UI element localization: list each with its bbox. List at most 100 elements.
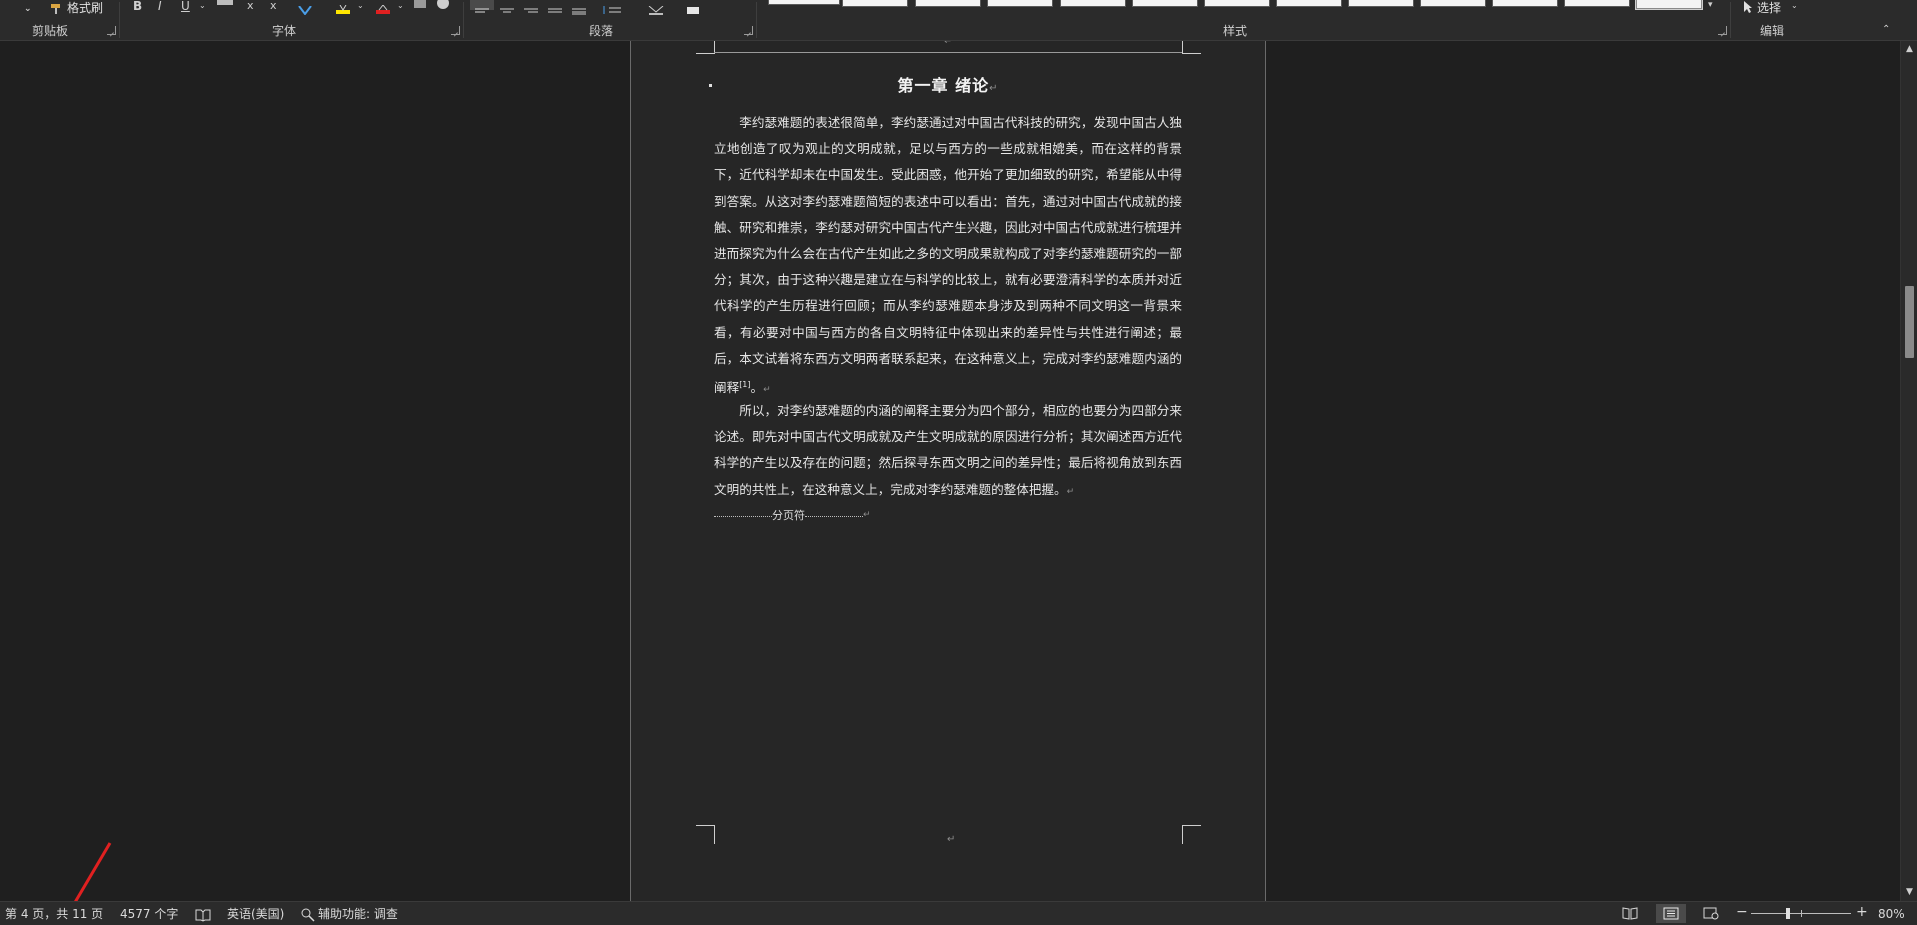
- format-painter-icon: [50, 0, 64, 19]
- style-tile-selected[interactable]: [1635, 0, 1703, 10]
- word-window: ⌄ 格式刷 剪贴板 B I U ⌄ x x ⌄ ⌄ 字体 段落 ▾ 样式 选择 …: [0, 0, 1917, 925]
- style-tile[interactable]: [1204, 0, 1270, 7]
- underline-dropdown-icon[interactable]: ⌄: [199, 0, 206, 12]
- style-tile[interactable]: [1060, 0, 1126, 7]
- font-launcher-icon[interactable]: [451, 26, 460, 35]
- language-indicator[interactable]: 英语(美国): [227, 906, 284, 922]
- style-tile[interactable]: [1492, 0, 1558, 7]
- zoom-slider-thumb[interactable]: [1786, 908, 1790, 919]
- select-dropdown-icon[interactable]: ⌄: [1791, 1, 1798, 10]
- style-tile[interactable]: [1348, 0, 1414, 7]
- format-painter-button[interactable]: 格式刷: [67, 0, 103, 16]
- style-tile[interactable]: [987, 0, 1053, 7]
- align-left-icon: [475, 8, 489, 13]
- read-mode-button[interactable]: [1615, 904, 1645, 923]
- italic-icon[interactable]: I: [158, 0, 162, 12]
- zoom-in-button[interactable]: +: [1856, 904, 1868, 920]
- group-separator: [119, 2, 120, 38]
- align-center-icon[interactable]: [498, 0, 516, 19]
- paragraph-group-label: 段落: [588, 24, 614, 38]
- page-break[interactable]: 分页符 ↵: [714, 507, 871, 523]
- superscript-icon[interactable]: x: [270, 0, 277, 12]
- crop-mark-bottom-left: [696, 825, 715, 844]
- web-layout-button[interactable]: [1696, 904, 1726, 923]
- bold-icon[interactable]: B: [133, 0, 142, 12]
- styles-more-icon[interactable]: ▾: [1708, 0, 1713, 11]
- line-spacing-icon[interactable]: [601, 0, 623, 19]
- highlight-dropdown-icon[interactable]: ⌄: [357, 0, 364, 12]
- collapse-ribbon-icon[interactable]: ⌃: [1882, 24, 1890, 35]
- highlight-color-icon[interactable]: [334, 0, 352, 19]
- page-break-label: 分页符: [772, 509, 805, 522]
- style-tile[interactable]: [842, 0, 908, 7]
- citation-reference[interactable]: [1]: [739, 380, 750, 389]
- style-tile[interactable]: [1420, 0, 1486, 7]
- paragraph-mark: ↵: [763, 385, 771, 396]
- styles-launcher-icon[interactable]: [1718, 26, 1727, 35]
- text-effects-icon[interactable]: [297, 0, 313, 19]
- underline-icon[interactable]: U: [181, 0, 190, 12]
- word-count[interactable]: 4577 个字: [120, 906, 178, 922]
- style-tile[interactable]: [1132, 0, 1198, 7]
- shading-icon[interactable]: [647, 0, 665, 19]
- header-line: [714, 52, 1182, 53]
- borders-icon[interactable]: [686, 0, 700, 19]
- scroll-up-icon[interactable]: ▲: [1901, 41, 1917, 57]
- proofing-icon[interactable]: [195, 906, 211, 922]
- style-tile[interactable]: [768, 0, 840, 5]
- scroll-down-icon[interactable]: ▼: [1901, 884, 1917, 900]
- footer-paragraph-mark: ↵: [947, 834, 956, 845]
- styles-group-label: 样式: [1222, 24, 1248, 38]
- web-layout-icon: [1703, 907, 1719, 920]
- paragraph-text: 李约瑟难题的表述很简单，李约瑟通过对中国古代科技的研究，发现中国古人独立地创造了…: [714, 115, 1182, 396]
- align-left-button[interactable]: [470, 0, 494, 13]
- body-paragraph-2[interactable]: 所以，对李约瑟难题的内涵的阐释主要分为四个部分，相应的也要分为四部分来论述。即先…: [714, 398, 1182, 505]
- paragraph-end-punct: 。: [750, 380, 764, 396]
- subscript-icon[interactable]: x: [247, 0, 254, 12]
- page-break-dotted-line: [805, 515, 863, 517]
- style-tile[interactable]: [1564, 0, 1630, 7]
- document-canvas[interactable]: ↵ 第一章 绪论↵ 李约瑟难题的表述很简单，李约瑟通过对中国古代科技的研究，发现…: [0, 41, 1900, 901]
- character-shading-icon[interactable]: [414, 0, 426, 8]
- print-layout-button[interactable]: [1656, 904, 1686, 923]
- chapter-title-text: 第一章 绪论: [897, 76, 990, 95]
- status-bar: 第 4 页，共 11 页 4577 个字 英语(美国) 辅助功能: 调查 − +…: [0, 901, 1917, 925]
- enclose-characters-icon[interactable]: [437, 0, 449, 9]
- chapter-title: 第一章 绪论↵: [714, 72, 1182, 96]
- heading-bullet: [709, 84, 712, 87]
- document-page[interactable]: ↵ 第一章 绪论↵ 李约瑟难题的表述很简单，李约瑟通过对中国古代科技的研究，发现…: [630, 41, 1266, 901]
- scrollbar-thumb[interactable]: [1905, 286, 1914, 358]
- paste-dropdown-icon[interactable]: ⌄: [24, 3, 32, 15]
- group-separator: [1730, 2, 1731, 38]
- accessibility-status[interactable]: 辅助功能: 调查: [318, 906, 398, 922]
- font-color-icon[interactable]: [374, 0, 392, 19]
- font-color-dropdown-icon[interactable]: ⌄: [397, 0, 404, 12]
- clipboard-launcher-icon[interactable]: [107, 26, 116, 35]
- paragraph-launcher-icon[interactable]: [744, 26, 753, 35]
- align-right-icon[interactable]: [522, 0, 540, 19]
- zoom-out-button[interactable]: −: [1736, 904, 1748, 920]
- zoom-level[interactable]: 80%: [1878, 906, 1905, 922]
- editing-group-label: 编辑: [1759, 24, 1785, 38]
- page-info[interactable]: 第 4 页，共 11 页: [5, 906, 103, 922]
- distributed-icon[interactable]: [570, 0, 588, 19]
- header-paragraph-mark: ↵: [944, 41, 953, 47]
- crop-mark-bottom-right: [1182, 825, 1201, 844]
- page-break-dotted-line: [714, 515, 772, 517]
- crop-mark-top-right: [1182, 41, 1201, 54]
- justify-icon[interactable]: [546, 0, 564, 19]
- style-tile[interactable]: [1276, 0, 1342, 7]
- body-paragraph-1[interactable]: 李约瑟难题的表述很简单，李约瑟通过对中国古代科技的研究，发现中国古人独立地创造了…: [714, 110, 1182, 403]
- style-tile[interactable]: [915, 0, 981, 7]
- ribbon: ⌄ 格式刷 剪贴板 B I U ⌄ x x ⌄ ⌄ 字体 段落 ▾ 样式 选择 …: [0, 0, 1917, 41]
- accessibility-icon: [301, 906, 315, 922]
- crop-mark-top-left: [696, 41, 715, 54]
- zoom-slider-center-tick: [1801, 910, 1802, 917]
- paragraph-text: 所以，对李约瑟难题的内涵的阐释主要分为四个部分，相应的也要分为四部分来论述。即先…: [714, 403, 1182, 497]
- font-group-label: 字体: [271, 24, 297, 38]
- vertical-scrollbar[interactable]: ▲ ▼: [1900, 41, 1917, 901]
- annotation-arrow-icon: [74, 842, 112, 901]
- strikethrough-icon[interactable]: [217, 0, 233, 5]
- read-mode-icon: [1622, 907, 1638, 920]
- select-button[interactable]: 选择: [1757, 0, 1781, 16]
